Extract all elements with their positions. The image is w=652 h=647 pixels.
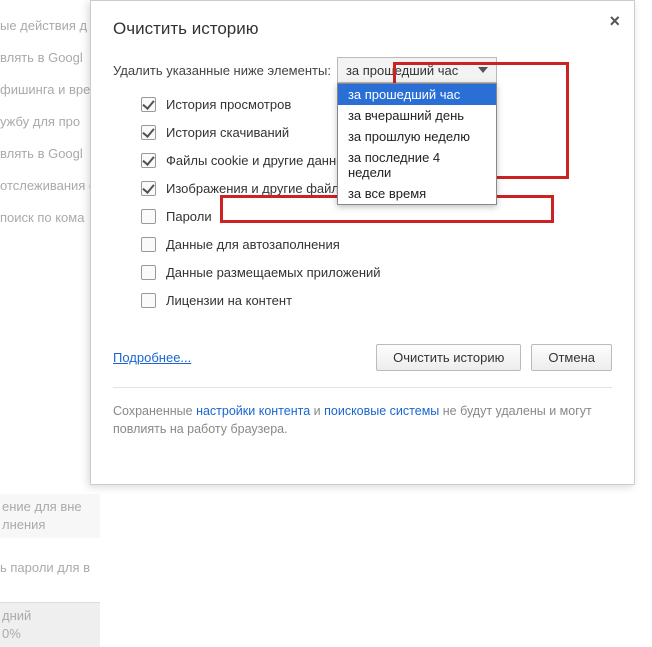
bg-text: отслеживания с <box>0 170 100 202</box>
checkbox[interactable] <box>141 237 156 252</box>
checkbox[interactable] <box>141 181 156 196</box>
time-range-option[interactable]: за все время <box>338 183 496 204</box>
dialog-title: Очистить историю <box>113 19 612 39</box>
checkbox-label: Данные размещаемых приложений <box>166 265 381 280</box>
content-settings-link[interactable]: настройки контента <box>196 404 310 418</box>
close-icon[interactable]: × <box>609 11 620 32</box>
clear-history-button[interactable]: Очистить историю <box>376 344 521 371</box>
checkbox-row: Данные для автозаполнения <box>141 237 612 252</box>
time-range-option[interactable]: за вчерашний день <box>338 105 496 126</box>
checkbox-label: Данные для автозаполнения <box>166 237 340 252</box>
bg-text: влять в Googl <box>0 42 100 74</box>
checkbox-label: Лицензии на контент <box>166 293 292 308</box>
time-range-option[interactable]: за последние 4 недели <box>338 147 496 183</box>
checkbox[interactable] <box>141 153 156 168</box>
checkbox[interactable] <box>141 209 156 224</box>
bg-text: влять в Googl <box>0 138 100 170</box>
checkbox-label: История просмотров <box>166 97 291 112</box>
select-value: за прошедший час <box>346 63 458 78</box>
checkbox-row: Данные размещаемых приложений <box>141 265 612 280</box>
footer-note: Сохраненные настройки контента и поисков… <box>113 402 612 438</box>
bg-text: ые действия д <box>0 10 100 42</box>
bg-text: поиск по кома <box>0 202 100 234</box>
time-range-option[interactable]: за прошлую неделю <box>338 126 496 147</box>
checkbox[interactable] <box>141 265 156 280</box>
background-settings: ые действия двлять в Googlфишинга и вреу… <box>0 0 100 500</box>
cancel-button[interactable]: Отмена <box>531 344 612 371</box>
time-range-dropdown: за прошедший часза вчерашний деньза прош… <box>337 83 497 205</box>
checkbox-row: Лицензии на контент <box>141 293 612 308</box>
chevron-down-icon <box>478 67 488 73</box>
time-range-select[interactable]: за прошедший час <box>337 57 497 83</box>
checkbox[interactable] <box>141 125 156 140</box>
prompt-label: Удалить указанные ниже элементы: <box>113 63 331 78</box>
checkbox[interactable] <box>141 97 156 112</box>
checkbox[interactable] <box>141 293 156 308</box>
bg-text: фишинга и вре <box>0 74 100 106</box>
search-engines-link[interactable]: поисковые системы <box>324 404 439 418</box>
time-range-option[interactable]: за прошедший час <box>338 84 496 105</box>
checkbox-row: Пароли <box>141 209 612 224</box>
checkbox-label: История скачиваний <box>166 125 289 140</box>
more-link[interactable]: Подробнее... <box>113 350 191 365</box>
checkbox-label: Пароли <box>166 209 212 224</box>
clear-history-dialog: × Очистить историю Удалить указанные ниж… <box>90 0 635 485</box>
bg-text: ужбу для про <box>0 106 100 138</box>
